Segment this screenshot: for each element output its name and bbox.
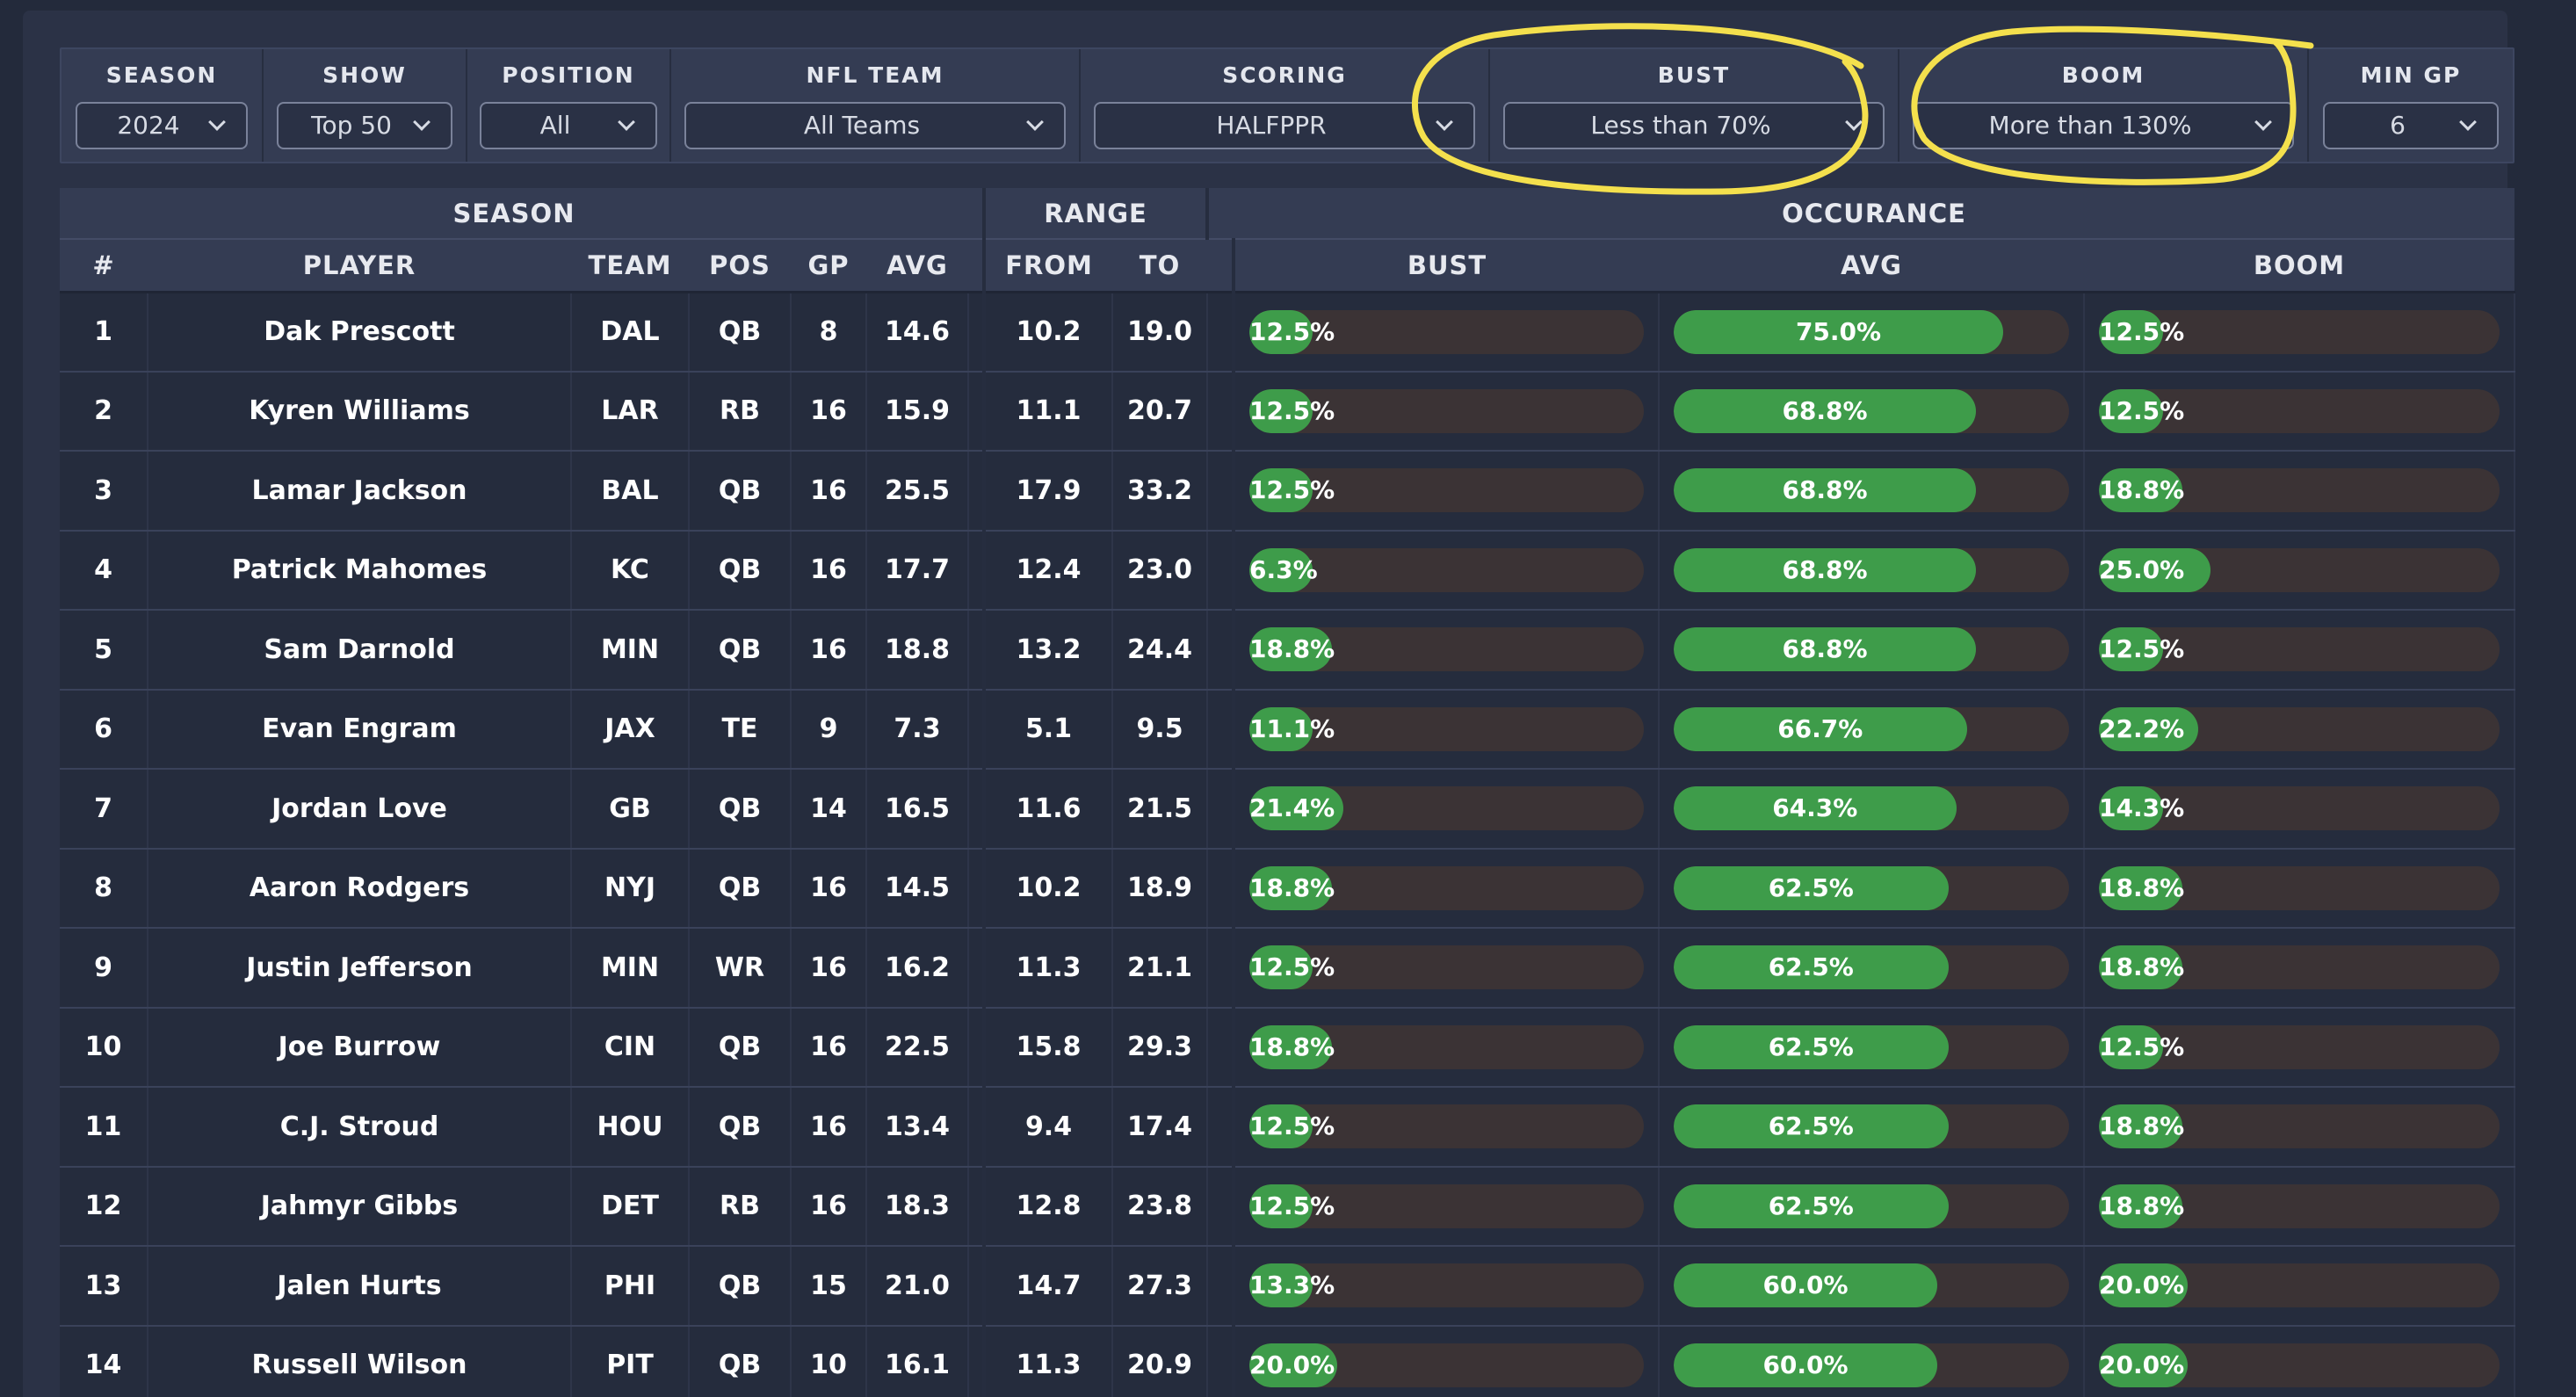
annotation-overlay	[1411, 23, 2314, 195]
annotation-circle-bust	[1411, 23, 1869, 195]
annotation-circle-boom	[1911, 25, 2314, 185]
